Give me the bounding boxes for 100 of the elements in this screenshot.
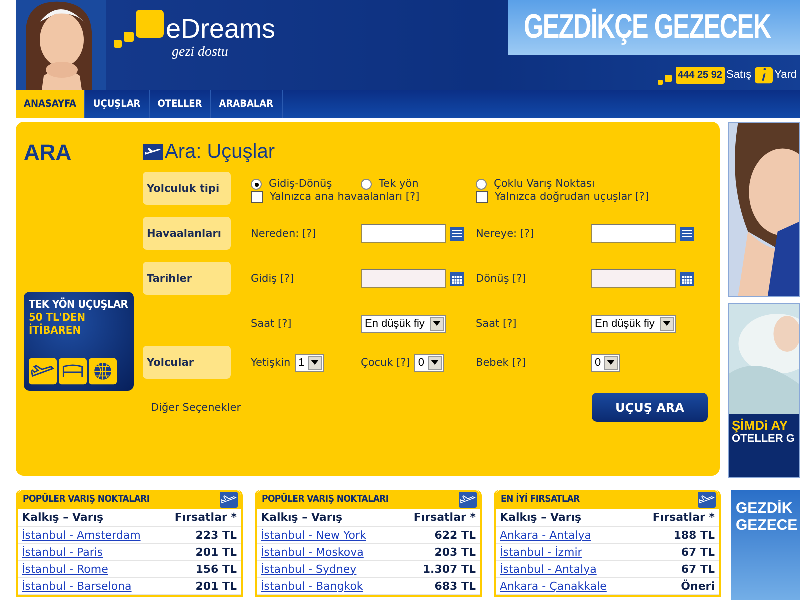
- caret-icon: [607, 360, 616, 365]
- price-text: 67 TL: [681, 546, 715, 558]
- section-label: Yolculuk tipi: [143, 172, 231, 205]
- price-text: 201 TL: [196, 580, 237, 592]
- caret-icon: [663, 321, 671, 326]
- route-link[interactable]: İstanbul - İzmir: [500, 546, 582, 558]
- plane-icon[interactable]: [459, 492, 477, 508]
- caret-icon: [310, 360, 319, 365]
- search-button[interactable]: UÇUŞ ARA: [592, 393, 708, 422]
- field-label: Nereden: [?]: [251, 228, 316, 240]
- info-icon[interactable]: [754, 66, 773, 84]
- tagline: gezi dostu: [172, 45, 230, 61]
- nav-tab[interactable]: OTELLER: [150, 90, 212, 118]
- globe-icon[interactable]: [89, 358, 117, 385]
- adult-dropdown[interactable]: 1: [294, 354, 324, 372]
- form-title: Ara: Uçuşlar: [165, 140, 276, 164]
- infant-dropdown[interactable]: 0: [591, 354, 620, 372]
- route-link[interactable]: İstanbul - Paris: [22, 546, 104, 558]
- radio-option[interactable]: Çoklu Varış Noktası: [476, 178, 595, 190]
- time-dropdown[interactable]: En düşük fiy: [591, 314, 676, 332]
- panel-title: POPÜLER VARIŞ NOKTALARI: [262, 494, 389, 505]
- ad-text: OTELLER G: [732, 433, 796, 445]
- bed-icon[interactable]: [59, 358, 87, 385]
- nav-tab[interactable]: ARABALAR: [211, 90, 283, 118]
- caret-icon: [433, 321, 441, 326]
- price-text: 201 TL: [196, 546, 237, 558]
- ad-text: GEZECE: [736, 517, 799, 534]
- price-text: 622 TL: [434, 528, 476, 542]
- route-link[interactable]: İstanbul - Barselona: [22, 580, 132, 592]
- list-icon[interactable]: [680, 226, 694, 240]
- column-header: Fırsatlar *: [652, 511, 715, 524]
- panel-title: EN İYİ FIRSATLAR: [501, 494, 580, 505]
- plane-icon[interactable]: [698, 492, 716, 508]
- promo-title: TEK YÖN UÇUŞLAR: [29, 298, 129, 311]
- radio-option[interactable]: Tek yön: [361, 178, 419, 190]
- ad-text: ŞİMDi AY: [732, 418, 790, 433]
- date-field[interactable]: [361, 269, 446, 288]
- field-label: Nereye: [?]: [476, 228, 534, 240]
- nav-tab[interactable]: ANASAYFA: [16, 90, 86, 118]
- price-text: 1.307 TL: [422, 562, 476, 576]
- travel-ad[interactable]: GEZDİK GEZECE: [731, 490, 800, 600]
- ad-text: GEZDİK: [736, 500, 794, 517]
- date-field[interactable]: [591, 269, 676, 288]
- input-field[interactable]: [361, 224, 446, 243]
- price-text: Öneri: [681, 580, 715, 592]
- nav-tab[interactable]: UÇUŞLAR: [85, 90, 150, 118]
- price-text: 156 TL: [196, 562, 237, 576]
- dots-icon: [658, 73, 674, 85]
- price-text: 188 TL: [674, 528, 715, 542]
- field-label: Bebek [?]: [476, 356, 526, 368]
- route-link[interactable]: İstanbul - Moskova: [261, 546, 364, 558]
- input-field[interactable]: [591, 224, 676, 243]
- calendar-icon[interactable]: [680, 272, 694, 286]
- hotel-ad[interactable]: ŞİMDi AY OTELLER G: [728, 303, 800, 478]
- promo-text: İTİBAREN: [29, 324, 82, 337]
- route-link[interactable]: Ankara - Çanakkale: [500, 580, 607, 592]
- plane-icon[interactable]: [29, 358, 57, 385]
- price-text: 223 TL: [196, 528, 237, 542]
- route-link[interactable]: İstanbul - Bangkok: [261, 580, 364, 592]
- column-header: Fırsatlar *: [414, 511, 476, 524]
- checkbox-option[interactable]: Yalnızca ana havaalanları [?]: [251, 191, 420, 203]
- route-link[interactable]: İstanbul - Sydney: [261, 562, 357, 576]
- logo-text: eDreams: [166, 14, 276, 45]
- checkbox-option[interactable]: Yalnızca doğrudan uçuşlar [?]: [476, 191, 650, 203]
- caret-icon: [430, 360, 438, 365]
- child-dropdown[interactable]: 0: [414, 354, 444, 372]
- field-label: Çocuk [?]: [361, 356, 410, 368]
- logo-icon: [114, 10, 164, 48]
- list-icon[interactable]: [450, 226, 464, 240]
- sales-label: Satış: [726, 69, 752, 81]
- price-text: 683 TL: [434, 580, 476, 592]
- column-header: Kalkış – Varış: [22, 511, 104, 524]
- time-dropdown[interactable]: En düşük fiy: [361, 314, 446, 332]
- plane-icon: [143, 144, 163, 160]
- route-link[interactable]: İstanbul - Amsterdam: [22, 528, 141, 542]
- search-heading: ARA: [24, 140, 73, 166]
- route-link[interactable]: Ankara - Antalya: [500, 528, 592, 542]
- calendar-icon[interactable]: [450, 272, 464, 286]
- route-link[interactable]: İstanbul - Rome: [22, 562, 108, 576]
- plane-icon[interactable]: [220, 492, 238, 508]
- price-text: 67 TL: [681, 562, 715, 576]
- promo-text: 50 TL'DEN: [29, 311, 87, 324]
- column-header: Kalkış – Varış: [261, 511, 343, 524]
- price-text: 203 TL: [434, 546, 476, 558]
- panel-title: POPÜLER VARIŞ NOKTALARI: [23, 494, 150, 505]
- help-link[interactable]: Yard: [774, 69, 797, 81]
- route-link[interactable]: İstanbul - New York: [261, 528, 366, 542]
- field-label: Gidiş [?]: [251, 272, 294, 284]
- more-options-link[interactable]: Diğer Seçenekler: [151, 402, 242, 414]
- promo-banner[interactable]: TEK YÖN UÇUŞLAR 50 TL'DEN İTİBAREN: [24, 292, 134, 391]
- radio-option[interactable]: Gidiş-Dönüş: [251, 178, 332, 190]
- phone-number: 444 25 92: [676, 66, 724, 84]
- field-label: Yetişkin: [251, 356, 291, 368]
- section-label: Havaalanları: [143, 217, 231, 250]
- field-label: Dönüş [?]: [476, 272, 526, 284]
- column-header: Fırsatlar *: [174, 511, 237, 524]
- route-link[interactable]: İstanbul - Antalya: [500, 562, 597, 576]
- field-label: Saat [?]: [476, 318, 517, 330]
- section-label: Tarihler: [143, 262, 231, 295]
- field-label: Saat [?]: [251, 318, 292, 330]
